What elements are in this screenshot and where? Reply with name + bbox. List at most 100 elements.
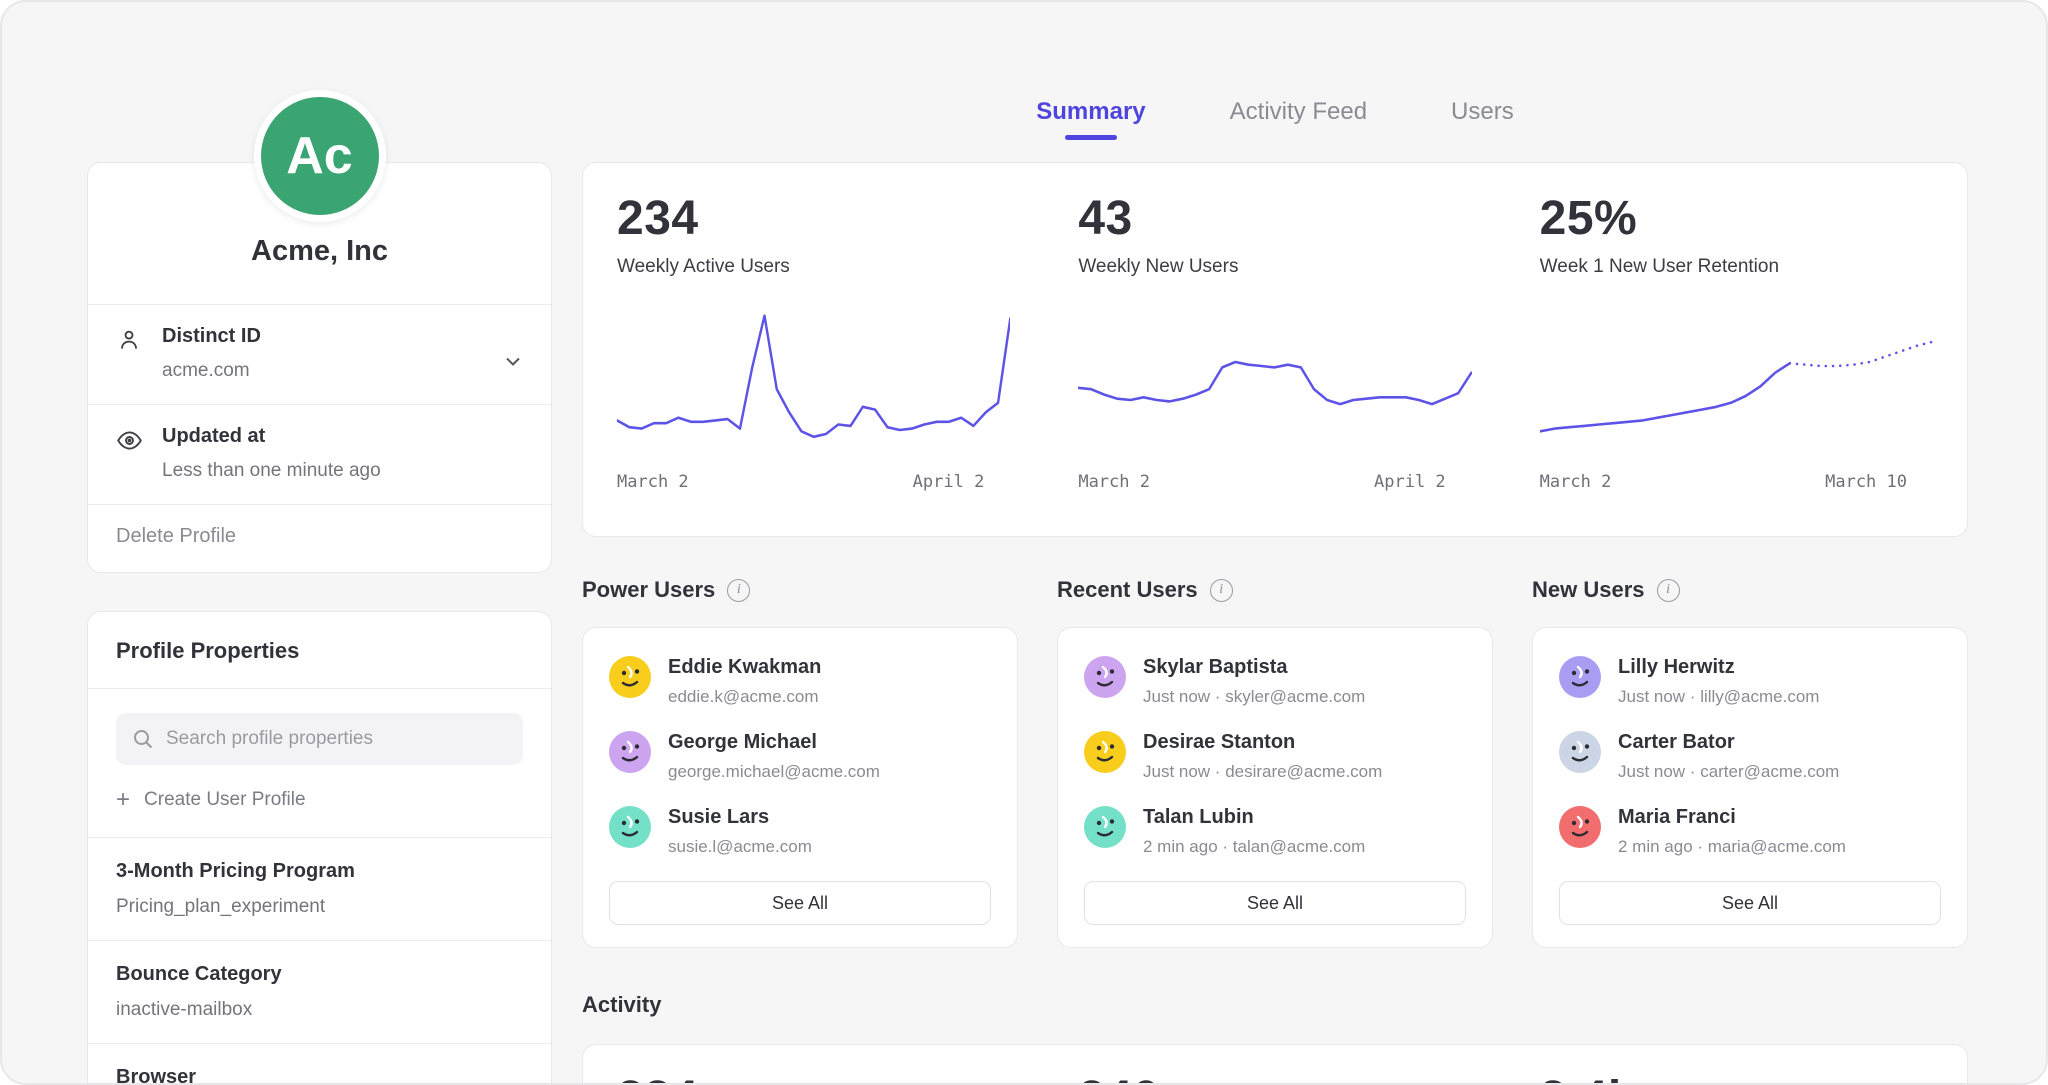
profile-property-row: 3-Month Pricing Program Pricing_plan_exp… [88, 837, 551, 940]
tab-bar: Summary Activity Feed Users [582, 98, 1968, 140]
user-list-item[interactable]: Eddie Kwakman eddie.k@acme.com [609, 656, 991, 707]
user-name: Maria Franci [1618, 806, 1846, 829]
user-detail: 2 min ago · talan@acme.com [1143, 837, 1365, 857]
stat-value: 234 [617, 191, 1010, 246]
user-avatar [609, 656, 651, 698]
stat-column: 25% Week 1 New User Retention March 2 Ma… [1506, 163, 1967, 536]
user-list-item[interactable]: George Michael george.michael@acme.com [609, 731, 991, 782]
activity-stats-card: 2342403.4k [582, 1044, 1968, 1085]
see-all-button[interactable]: See All [609, 881, 991, 925]
profile-property-label: 3-Month Pricing Program [116, 860, 523, 883]
user-section-title: Recent Users [1057, 577, 1198, 603]
profile-property-row: Browser Chrome [88, 1043, 551, 1085]
user-list-item[interactable]: Carter Bator Just now · carter@acme.com [1559, 731, 1941, 782]
chevron-down-icon[interactable] [501, 349, 525, 378]
profile-property-label: Bounce Category [116, 963, 523, 986]
stat-column: 43 Weekly New Users March 2 April 2 [1044, 163, 1505, 536]
tab-label: Activity Feed [1230, 98, 1367, 125]
user-list-item[interactable]: Desirae Stanton Just now · desirare@acme… [1084, 731, 1466, 782]
activity-stat-value: 240 [1078, 1071, 1471, 1085]
user-avatar [1084, 656, 1126, 698]
company-avatar: Ac [254, 90, 386, 222]
user-detail: Just now · skyler@acme.com [1143, 687, 1365, 707]
plus-icon: + [116, 790, 130, 810]
profile-properties-controls: + Create User Profile [88, 688, 551, 837]
activity-stat-column: 234 [583, 1045, 1044, 1085]
stat-column: 234 Weekly Active Users March 2 April 2 [583, 163, 1044, 536]
face-icon [1084, 656, 1126, 698]
face-icon [609, 731, 651, 773]
face-icon [1559, 731, 1601, 773]
user-list-item[interactable]: Susie Lars susie.l@acme.com [609, 806, 991, 857]
activity-stat-column: 240 [1044, 1045, 1505, 1085]
tab-activity-feed[interactable]: Activity Feed [1230, 98, 1367, 140]
face-icon [1084, 806, 1126, 848]
tab-summary[interactable]: Summary [1036, 98, 1145, 140]
profile-field-row: Updated at Less than one minute ago [88, 404, 551, 504]
stat-label: Weekly New Users [1078, 256, 1471, 278]
face-icon [609, 806, 651, 848]
user-avatar [1559, 731, 1601, 773]
info-icon[interactable]: i [1210, 579, 1233, 602]
x-axis-start-label: March 2 [1078, 472, 1150, 492]
stat-value: 25% [1540, 191, 1933, 246]
search-profile-properties-input[interactable] [166, 728, 507, 750]
create-user-profile-button[interactable]: + Create User Profile [116, 789, 523, 811]
user-name: Carter Bator [1618, 731, 1839, 754]
user-section-title: New Users [1532, 577, 1645, 603]
see-all-button[interactable]: See All [1559, 881, 1941, 925]
user-list-card: Eddie Kwakman eddie.k@acme.com George Mi… [582, 627, 1018, 948]
profile-properties-card: Profile Properties + Create User Profile… [87, 611, 552, 1085]
profile-properties-title: Profile Properties [88, 612, 551, 688]
profile-properties-list: 3-Month Pricing Program Pricing_plan_exp… [88, 837, 551, 1085]
profile-field-label: Distinct ID [162, 325, 261, 348]
face-icon [609, 656, 651, 698]
user-detail: eddie.k@acme.com [668, 687, 821, 707]
user-name: Eddie Kwakman [668, 656, 821, 679]
main-content: Summary Activity Feed Users 234 Weekly Act… [582, 2, 1968, 1083]
user-list-item[interactable]: Lilly Herwitz Just now · lilly@acme.com [1559, 656, 1941, 707]
x-axis-start-label: March 2 [617, 472, 689, 492]
activity-stat-value: 234 [617, 1071, 1010, 1085]
create-user-profile-label: Create User Profile [144, 789, 306, 811]
info-icon[interactable]: i [1657, 579, 1680, 602]
profile-field-value: acme.com [162, 360, 261, 382]
see-all-button[interactable]: See All [1084, 881, 1466, 925]
tab-users[interactable]: Users [1451, 98, 1514, 140]
user-name: Desirae Stanton [1143, 731, 1382, 754]
delete-profile-link[interactable]: Delete Profile [88, 504, 551, 572]
person-icon [116, 325, 144, 382]
user-detail: george.michael@acme.com [668, 762, 880, 782]
x-axis-end-label: April 2 [913, 472, 985, 492]
user-list-item[interactable]: Skylar Baptista Just now · skyler@acme.c… [1084, 656, 1466, 707]
user-detail: Just now · desirare@acme.com [1143, 762, 1382, 782]
user-detail: 2 min ago · maria@acme.com [1618, 837, 1846, 857]
profile-field-row: Distinct ID acme.com [88, 304, 551, 404]
user-list-item[interactable]: Maria Franci 2 min ago · maria@acme.com [1559, 806, 1941, 857]
info-icon[interactable]: i [727, 579, 750, 602]
user-name: Susie Lars [668, 806, 812, 829]
user-name: George Michael [668, 731, 880, 754]
user-avatar [1084, 731, 1126, 773]
user-list-item[interactable]: Talan Lubin 2 min ago · talan@acme.com [1084, 806, 1466, 857]
profile-sidebar: Ac Acme, Inc Distinct ID acme.com Update… [87, 2, 552, 1083]
stat-value: 43 [1078, 191, 1471, 246]
user-avatar [609, 806, 651, 848]
x-axis-end-label: March 10 [1825, 472, 1907, 492]
user-avatar [609, 731, 651, 773]
profile-field-label: Updated at [162, 425, 381, 448]
user-list-card: Lilly Herwitz Just now · lilly@acme.com … [1532, 627, 1968, 948]
user-name: Lilly Herwitz [1618, 656, 1819, 679]
user-section-power-users: Power Users i Eddie Kwakman eddie.k@acme… [582, 577, 1018, 948]
profile-property-label: Browser [116, 1066, 523, 1085]
user-avatar [1559, 806, 1601, 848]
face-icon [1559, 806, 1601, 848]
eye-icon [116, 425, 144, 482]
search-profile-properties[interactable] [116, 713, 523, 765]
profile-card: Acme, Inc Distinct ID acme.com Updated a… [87, 162, 552, 573]
user-section-new-users: New Users i Lilly Herwitz Just now · lil… [1532, 577, 1968, 948]
user-detail: susie.l@acme.com [668, 837, 812, 857]
user-avatar [1559, 656, 1601, 698]
user-list-card: Skylar Baptista Just now · skyler@acme.c… [1057, 627, 1493, 948]
tab-label: Users [1451, 98, 1514, 125]
